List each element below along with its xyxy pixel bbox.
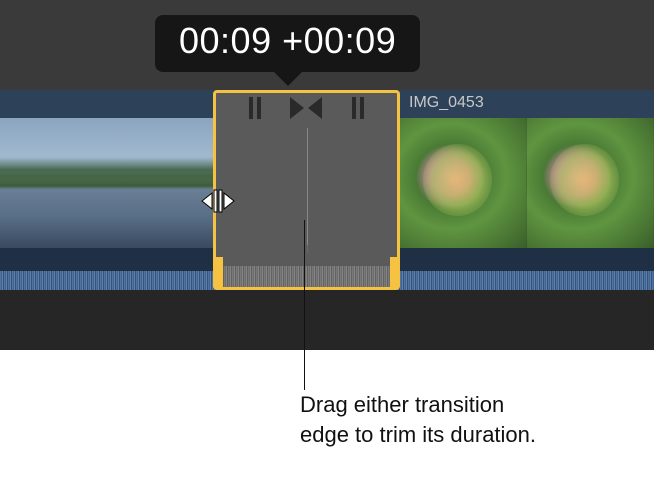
timeline-empty-area: [0, 290, 654, 350]
clip-thumbnail-left[interactable]: [0, 118, 213, 248]
trim-edge-arrows-icon: [200, 186, 232, 216]
pause-bars-icon: [248, 97, 262, 126]
timeline[interactable]: IMG_0453: [0, 90, 654, 310]
thumbnail-frame: [527, 118, 654, 248]
tooltip-arrow: [274, 72, 302, 86]
annotation-line: edge to trim its duration.: [300, 420, 536, 450]
thumbnail-frame: [400, 118, 527, 248]
clip-name-label: IMG_0453: [409, 94, 484, 112]
transition-edge-right[interactable]: [390, 257, 400, 289]
annotation-line: Drag either transition: [300, 390, 536, 420]
transition-waveform: [216, 245, 397, 287]
pause-bars-icon: [351, 97, 365, 126]
transition-center-line: [307, 128, 308, 253]
help-annotation: Drag either transition edge to trim its …: [300, 390, 536, 449]
transition-block[interactable]: [213, 90, 400, 290]
clip-thumbnail-right[interactable]: [400, 118, 654, 248]
transition-icon-row: [216, 97, 397, 126]
tooltip-current-time: 00:09: [179, 20, 272, 61]
transition-edge-left[interactable]: [213, 257, 223, 289]
duration-tooltip: 00:09 +00:09: [155, 15, 420, 72]
callout-leader-line: [304, 220, 305, 390]
bowtie-icon: [290, 97, 322, 126]
tooltip-delta-time: +00:09: [282, 20, 396, 61]
